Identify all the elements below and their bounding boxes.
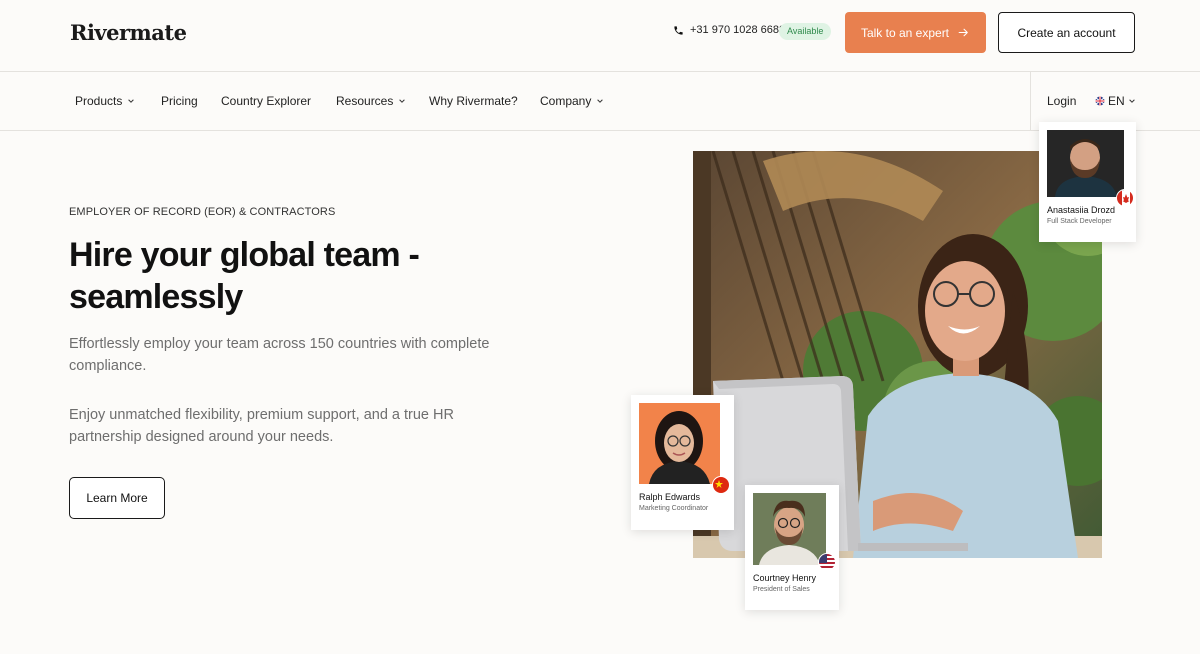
profile-role: Full Stack Developer <box>1047 218 1112 225</box>
profile-name: Ralph Edwards <box>639 492 701 502</box>
headline-line-1: Hire your global team - <box>69 236 420 274</box>
profile-name: Anastasiia Drozd <box>1047 205 1116 215</box>
man-portrait-illustration <box>1047 130 1124 197</box>
create-account-button[interactable]: Create an account <box>998 12 1135 53</box>
language-selector[interactable]: EN <box>1095 94 1136 108</box>
nav-item-products[interactable]: Products <box>75 94 135 108</box>
profile-role: Marketing Coordinator <box>639 505 709 512</box>
usa-flag-icon <box>818 553 836 571</box>
phone-number: +31 970 1028 6682 <box>690 24 786 36</box>
avatar <box>1047 130 1134 207</box>
language-label: EN <box>1108 94 1125 108</box>
nav-item-country-explorer[interactable]: Country Explorer <box>221 94 311 108</box>
uk-flag-icon <box>1095 96 1105 106</box>
hero-description-2: Enjoy unmatched flexibility, premium sup… <box>69 407 454 445</box>
profile-card-courtney: Courtney Henry President of Sales <box>745 485 839 610</box>
profile-card-ralph: Ralph Edwards Marketing Coordinator <box>631 395 734 530</box>
avatar <box>639 403 730 494</box>
learn-more-button[interactable]: Learn More <box>69 477 165 519</box>
nav-item-label: Why Rivermate? <box>429 94 518 108</box>
nav-divider <box>1030 72 1031 131</box>
nav-item-company[interactable]: Company <box>540 94 604 108</box>
availability-badge: Available <box>779 23 832 40</box>
chevron-down-icon <box>597 99 604 103</box>
top-bar: Rivermate +31 970 1028 6682 Available Ta… <box>0 0 1200 72</box>
woman-portrait-illustration <box>639 403 720 484</box>
nav-item-pricing[interactable]: Pricing <box>161 94 198 108</box>
phone-link[interactable]: +31 970 1028 6682 <box>673 24 785 36</box>
nav-item-label: Country Explorer <box>221 94 312 108</box>
chevron-down-icon <box>399 99 406 103</box>
chevron-down-icon <box>128 99 135 103</box>
nav-item-why-rivermate[interactable]: Why Rivermate? <box>429 94 518 108</box>
logo[interactable]: Rivermate <box>70 20 187 45</box>
canada-flag-icon <box>1116 189 1134 207</box>
login-link[interactable]: Login <box>1047 94 1076 108</box>
profile-role: President of Sales <box>753 586 810 593</box>
china-flag-icon <box>712 476 730 494</box>
nav-item-label: Resources <box>336 94 394 108</box>
talk-to-expert-label: Talk to an expert <box>860 25 950 40</box>
headline-line-2: seamlessly <box>69 278 243 316</box>
talk-to-expert-button[interactable]: Talk to an expert <box>845 12 986 53</box>
hero-eyebrow: EMPLOYER OF RECORD (EOR) & CONTRACTORS <box>69 206 336 218</box>
profile-name: Courtney Henry <box>753 573 817 583</box>
chevron-down-icon <box>1128 99 1135 103</box>
arrow-right-icon <box>958 28 968 37</box>
nav-item-label: Company <box>540 94 592 108</box>
avatar <box>753 493 836 571</box>
man-portrait-illustration <box>753 493 826 565</box>
nav-item-label: Pricing <box>161 94 198 108</box>
phone-icon <box>674 25 683 35</box>
nav-item-resources[interactable]: Resources <box>336 94 406 108</box>
main-nav: Products Pricing Country Explorer Resour… <box>0 72 1200 131</box>
profile-card-anastasiia: Anastasiia Drozd Full Stack Developer <box>1039 122 1136 242</box>
hero-description-1: Effortlessly employ your team across 150… <box>69 336 490 374</box>
login-label: Login <box>1047 94 1077 108</box>
hero-headline: Hire your global team - seamlessly <box>69 234 489 318</box>
nav-item-label: Products <box>75 94 123 108</box>
